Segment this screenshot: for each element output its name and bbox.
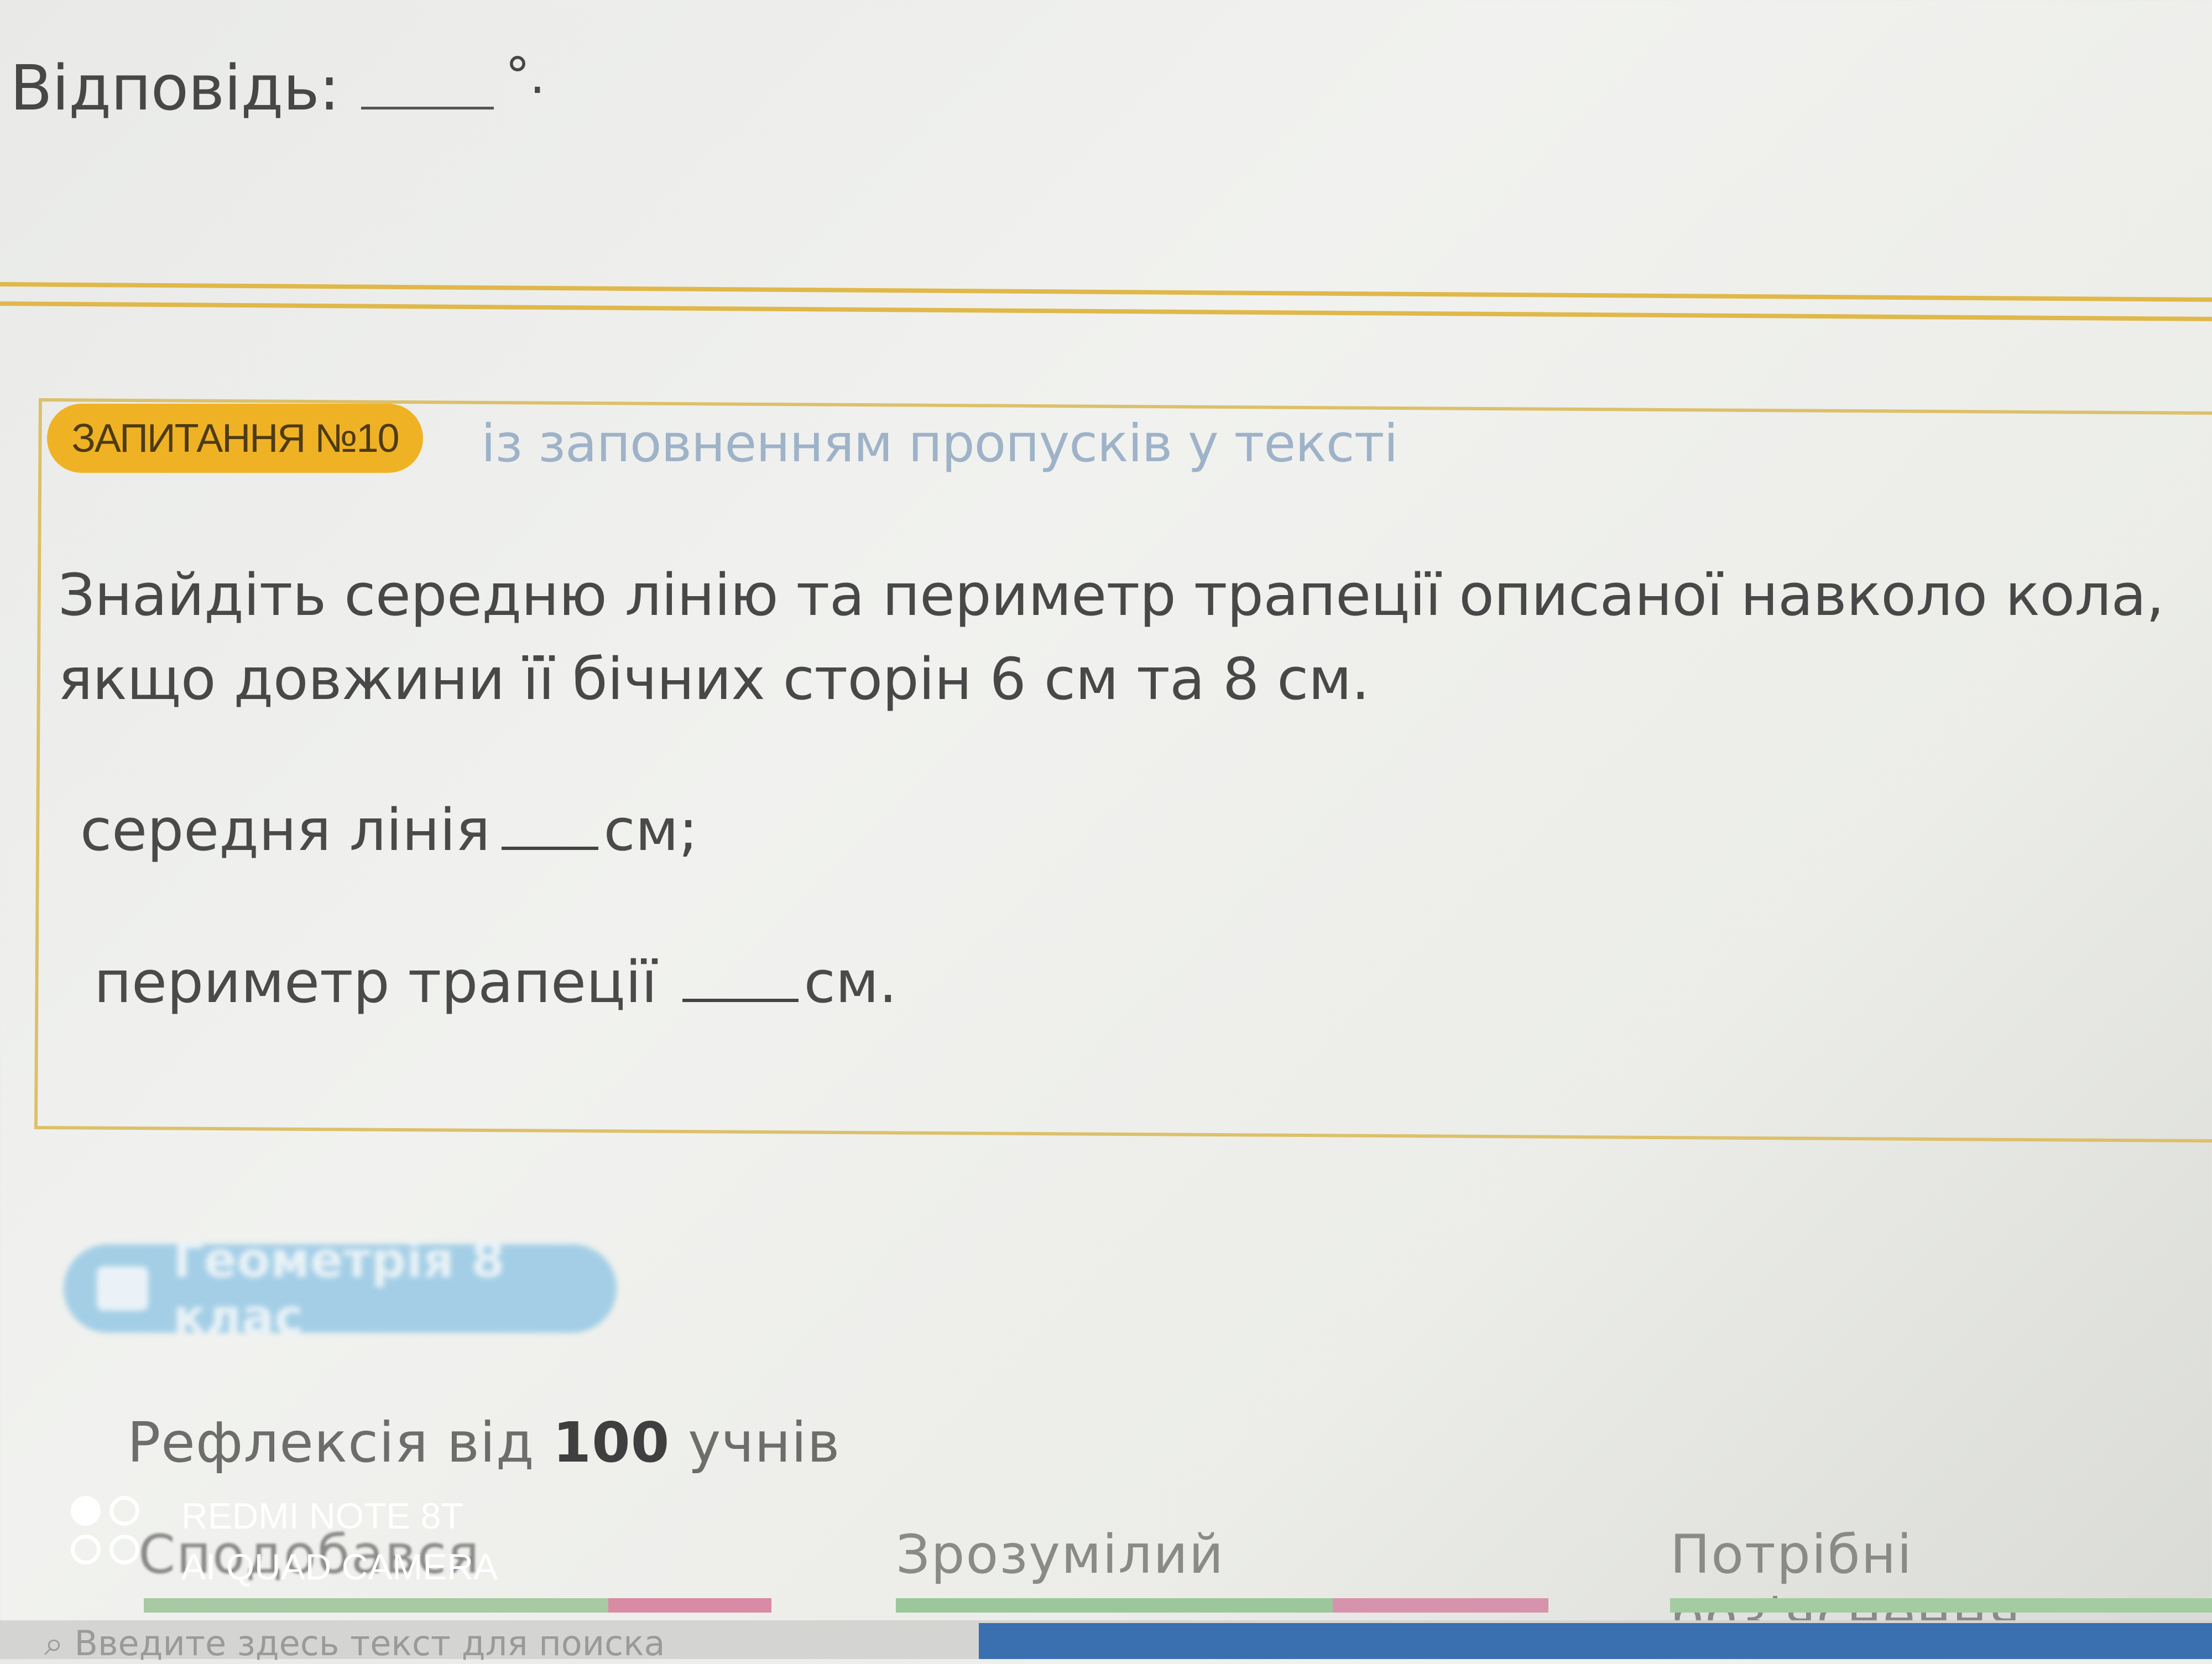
topic-tag-button[interactable]: Геометрія 8 клас [64,1232,617,1345]
question-number-badge: ЗАПИТАННЯ №10 [47,404,423,473]
perimeter-blank-input[interactable] [682,954,799,1002]
search-icon: ⌕ [44,1623,64,1663]
question-card [34,398,2212,1144]
section-divider [0,282,2212,302]
question-text: Знайдіть середню лінію та периметр трапе… [58,561,2164,713]
taskbar-active-area[interactable] [979,1623,2212,1659]
answer-blank-input[interactable] [361,62,494,109]
section-divider [0,301,2212,321]
reflection-suffix: учнів [688,1410,841,1475]
perimeter-row: периметр трапеції см. [94,948,897,1016]
watermark-line-2: AI QUAD CAMERA [181,1546,498,1587]
reflection-option-understood: Зрозумілий [896,1524,1225,1585]
midline-label: середня лінія [80,796,491,864]
perimeter-label: периметр трапеції [94,948,658,1016]
taskbar-search-placeholder: Введите здесь текст для поиска [74,1623,665,1663]
reflection-bar-negative [1333,1598,1548,1613]
perimeter-unit: см. [804,948,898,1016]
reflection-prefix: Рефлексія від [127,1410,535,1475]
reflection-bar-positive [1670,1598,2212,1613]
midline-row: середня лінія см; [80,796,698,864]
watermark-line-1: REDMI NOTE 8T [181,1495,463,1536]
taskbar-search-input[interactable]: ⌕ Введите здесь текст для поиска [44,1623,665,1664]
topic-label: Геометрія 8 клас [173,1232,505,1345]
midline-unit: см; [603,796,698,864]
reflection-count: 100 [552,1410,670,1475]
watermark-text: REDMI NOTE 8T AI QUAD CAMERA [181,1490,498,1592]
answer-label: Відповідь: [10,53,340,124]
quad-camera-icon [71,1490,148,1573]
reflection-bar-positive [896,1598,1333,1613]
question-type-label: із заповненням пропусків у тексті [481,414,1398,474]
reflection-heading: Рефлексія від 100 учнів [127,1410,840,1475]
reflection-bar-negative [608,1598,771,1613]
previous-answer-line: Відповідь: °. [10,47,545,124]
midline-blank-input[interactable] [501,802,598,850]
book-icon [97,1266,148,1311]
reflection-bar-positive [144,1598,608,1613]
answer-unit: °. [505,47,545,105]
